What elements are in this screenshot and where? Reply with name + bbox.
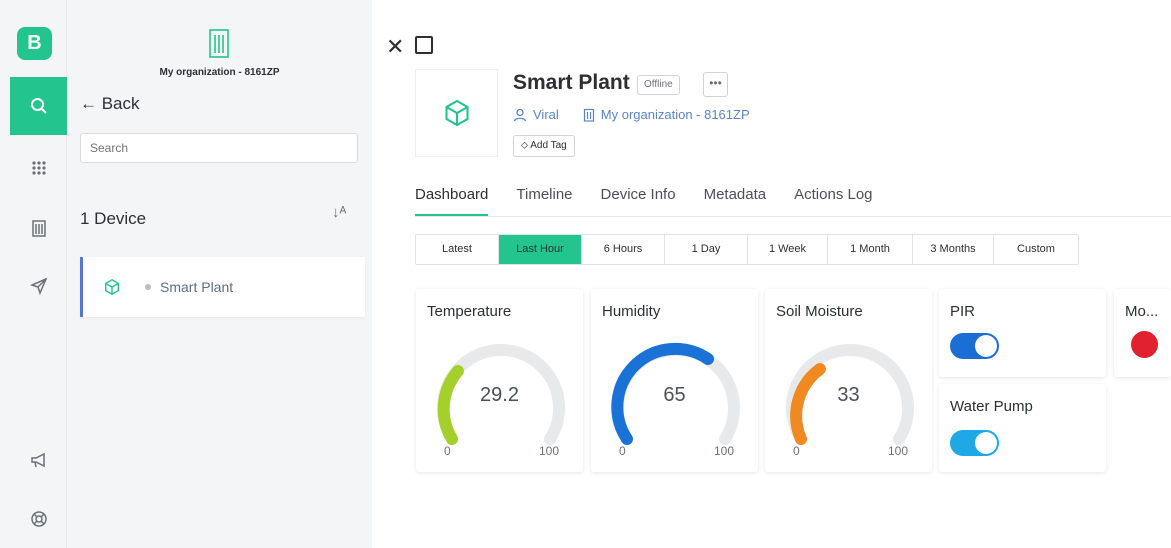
tab-device-info[interactable]: Device Info xyxy=(601,186,676,216)
widget-title: Temperature xyxy=(427,303,512,320)
tab-actions-log[interactable]: Actions Log xyxy=(794,186,872,216)
device-list-item-name: Smart Plant xyxy=(160,279,234,295)
device-sidebar: My organization - 8161ZP ← Back 1 Device… xyxy=(67,0,372,548)
widget-title: Humidity xyxy=(602,303,661,320)
gauge-max: 100 xyxy=(887,444,908,458)
range-custom[interactable]: Custom xyxy=(994,235,1078,264)
switch-knob xyxy=(975,335,997,357)
humidity-widget[interactable]: Humidity 65 0 100 xyxy=(591,289,758,472)
pir-widget[interactable]: PIR xyxy=(939,289,1106,377)
widget-title: Soil Moisture xyxy=(776,303,863,320)
gauge-value: 65 xyxy=(663,384,686,406)
icon-rail: B xyxy=(0,0,67,548)
device-meta: Viral My organization - 8161ZP xyxy=(513,107,750,122)
gauge-value: 29.2 xyxy=(480,384,519,406)
tab-bar: Dashboard Timeline Device Info Metadata … xyxy=(415,186,873,218)
time-range-selector: Latest Last Hour 6 Hours 1 Day 1 Week 1 … xyxy=(415,234,1079,265)
gauge-max: 100 xyxy=(538,444,559,458)
gauge-max: 100 xyxy=(713,444,734,458)
organization-icon xyxy=(583,108,594,122)
widget-title: Water Pump xyxy=(950,398,1033,415)
soil-moisture-widget[interactable]: Soil Moisture 33 0 100 xyxy=(765,289,932,472)
back-button[interactable]: ← Back xyxy=(80,94,140,114)
organization-building-icon xyxy=(207,27,231,64)
page-title: Smart Plant xyxy=(513,71,630,94)
more-options-button[interactable]: ••• xyxy=(703,72,728,97)
cube-icon xyxy=(444,99,469,127)
water-pump-widget[interactable]: Water Pump xyxy=(939,384,1106,472)
range-1-day[interactable]: 1 Day xyxy=(665,235,748,264)
user-icon xyxy=(513,108,527,121)
device-owner[interactable]: Viral xyxy=(533,107,559,122)
sort-icon[interactable]: ↓ᴬ xyxy=(332,204,346,221)
gauge-min: 0 xyxy=(793,444,800,458)
range-1-week[interactable]: 1 Week xyxy=(748,235,828,264)
blynk-logo[interactable]: B xyxy=(17,27,52,60)
widget-title: PIR xyxy=(950,303,976,320)
organization-name: My organization - 8161ZP xyxy=(159,67,280,78)
pir-switch[interactable] xyxy=(950,333,999,359)
add-tag-button[interactable]: ⬦ Add Tag xyxy=(513,135,575,157)
status-dot xyxy=(145,284,151,290)
tab-timeline[interactable]: Timeline xyxy=(516,186,572,216)
range-6-hours[interactable]: 6 Hours xyxy=(582,235,665,264)
temperature-widget[interactable]: Temperature 29.2 0 100 xyxy=(416,289,583,472)
gauge-value: 33 xyxy=(837,384,860,406)
water-pump-switch[interactable] xyxy=(950,430,999,456)
tab-metadata[interactable]: Metadata xyxy=(704,186,767,216)
send-icon[interactable] xyxy=(10,257,67,315)
device-count: 1 Device xyxy=(80,209,147,228)
cube-icon xyxy=(103,278,121,301)
search-input[interactable] xyxy=(80,133,358,163)
tab-dashboard[interactable]: Dashboard xyxy=(415,186,489,216)
close-icon[interactable]: ✕ xyxy=(386,34,404,60)
gauge-min: 0 xyxy=(619,444,626,458)
search-icon[interactable] xyxy=(10,77,67,135)
expand-icon[interactable] xyxy=(415,36,433,54)
apps-grid-icon[interactable] xyxy=(10,139,67,197)
gauge-min: 0 xyxy=(444,444,451,458)
switch-knob xyxy=(975,432,997,454)
add-tag-label: Add Tag xyxy=(530,140,567,151)
widget-title: Mo... xyxy=(1125,303,1159,320)
device-image xyxy=(415,69,498,157)
status-badge: Offline xyxy=(637,75,680,95)
motion-widget[interactable]: Mo... xyxy=(1114,289,1171,377)
device-organization[interactable]: My organization - 8161ZP xyxy=(601,107,750,122)
range-3-months[interactable]: 3 Months xyxy=(913,235,994,264)
organization-icon[interactable] xyxy=(10,199,67,257)
range-1-month[interactable]: 1 Month xyxy=(828,235,913,264)
help-lifebuoy-icon[interactable] xyxy=(10,490,67,548)
device-list-item[interactable]: Smart Plant xyxy=(80,257,365,317)
led-indicator xyxy=(1131,331,1158,358)
range-last-hour[interactable]: Last Hour xyxy=(499,235,582,264)
megaphone-icon[interactable] xyxy=(10,431,67,489)
range-latest[interactable]: Latest xyxy=(416,235,499,264)
tab-divider xyxy=(415,216,1171,217)
tag-icon: ⬦ xyxy=(521,140,528,151)
